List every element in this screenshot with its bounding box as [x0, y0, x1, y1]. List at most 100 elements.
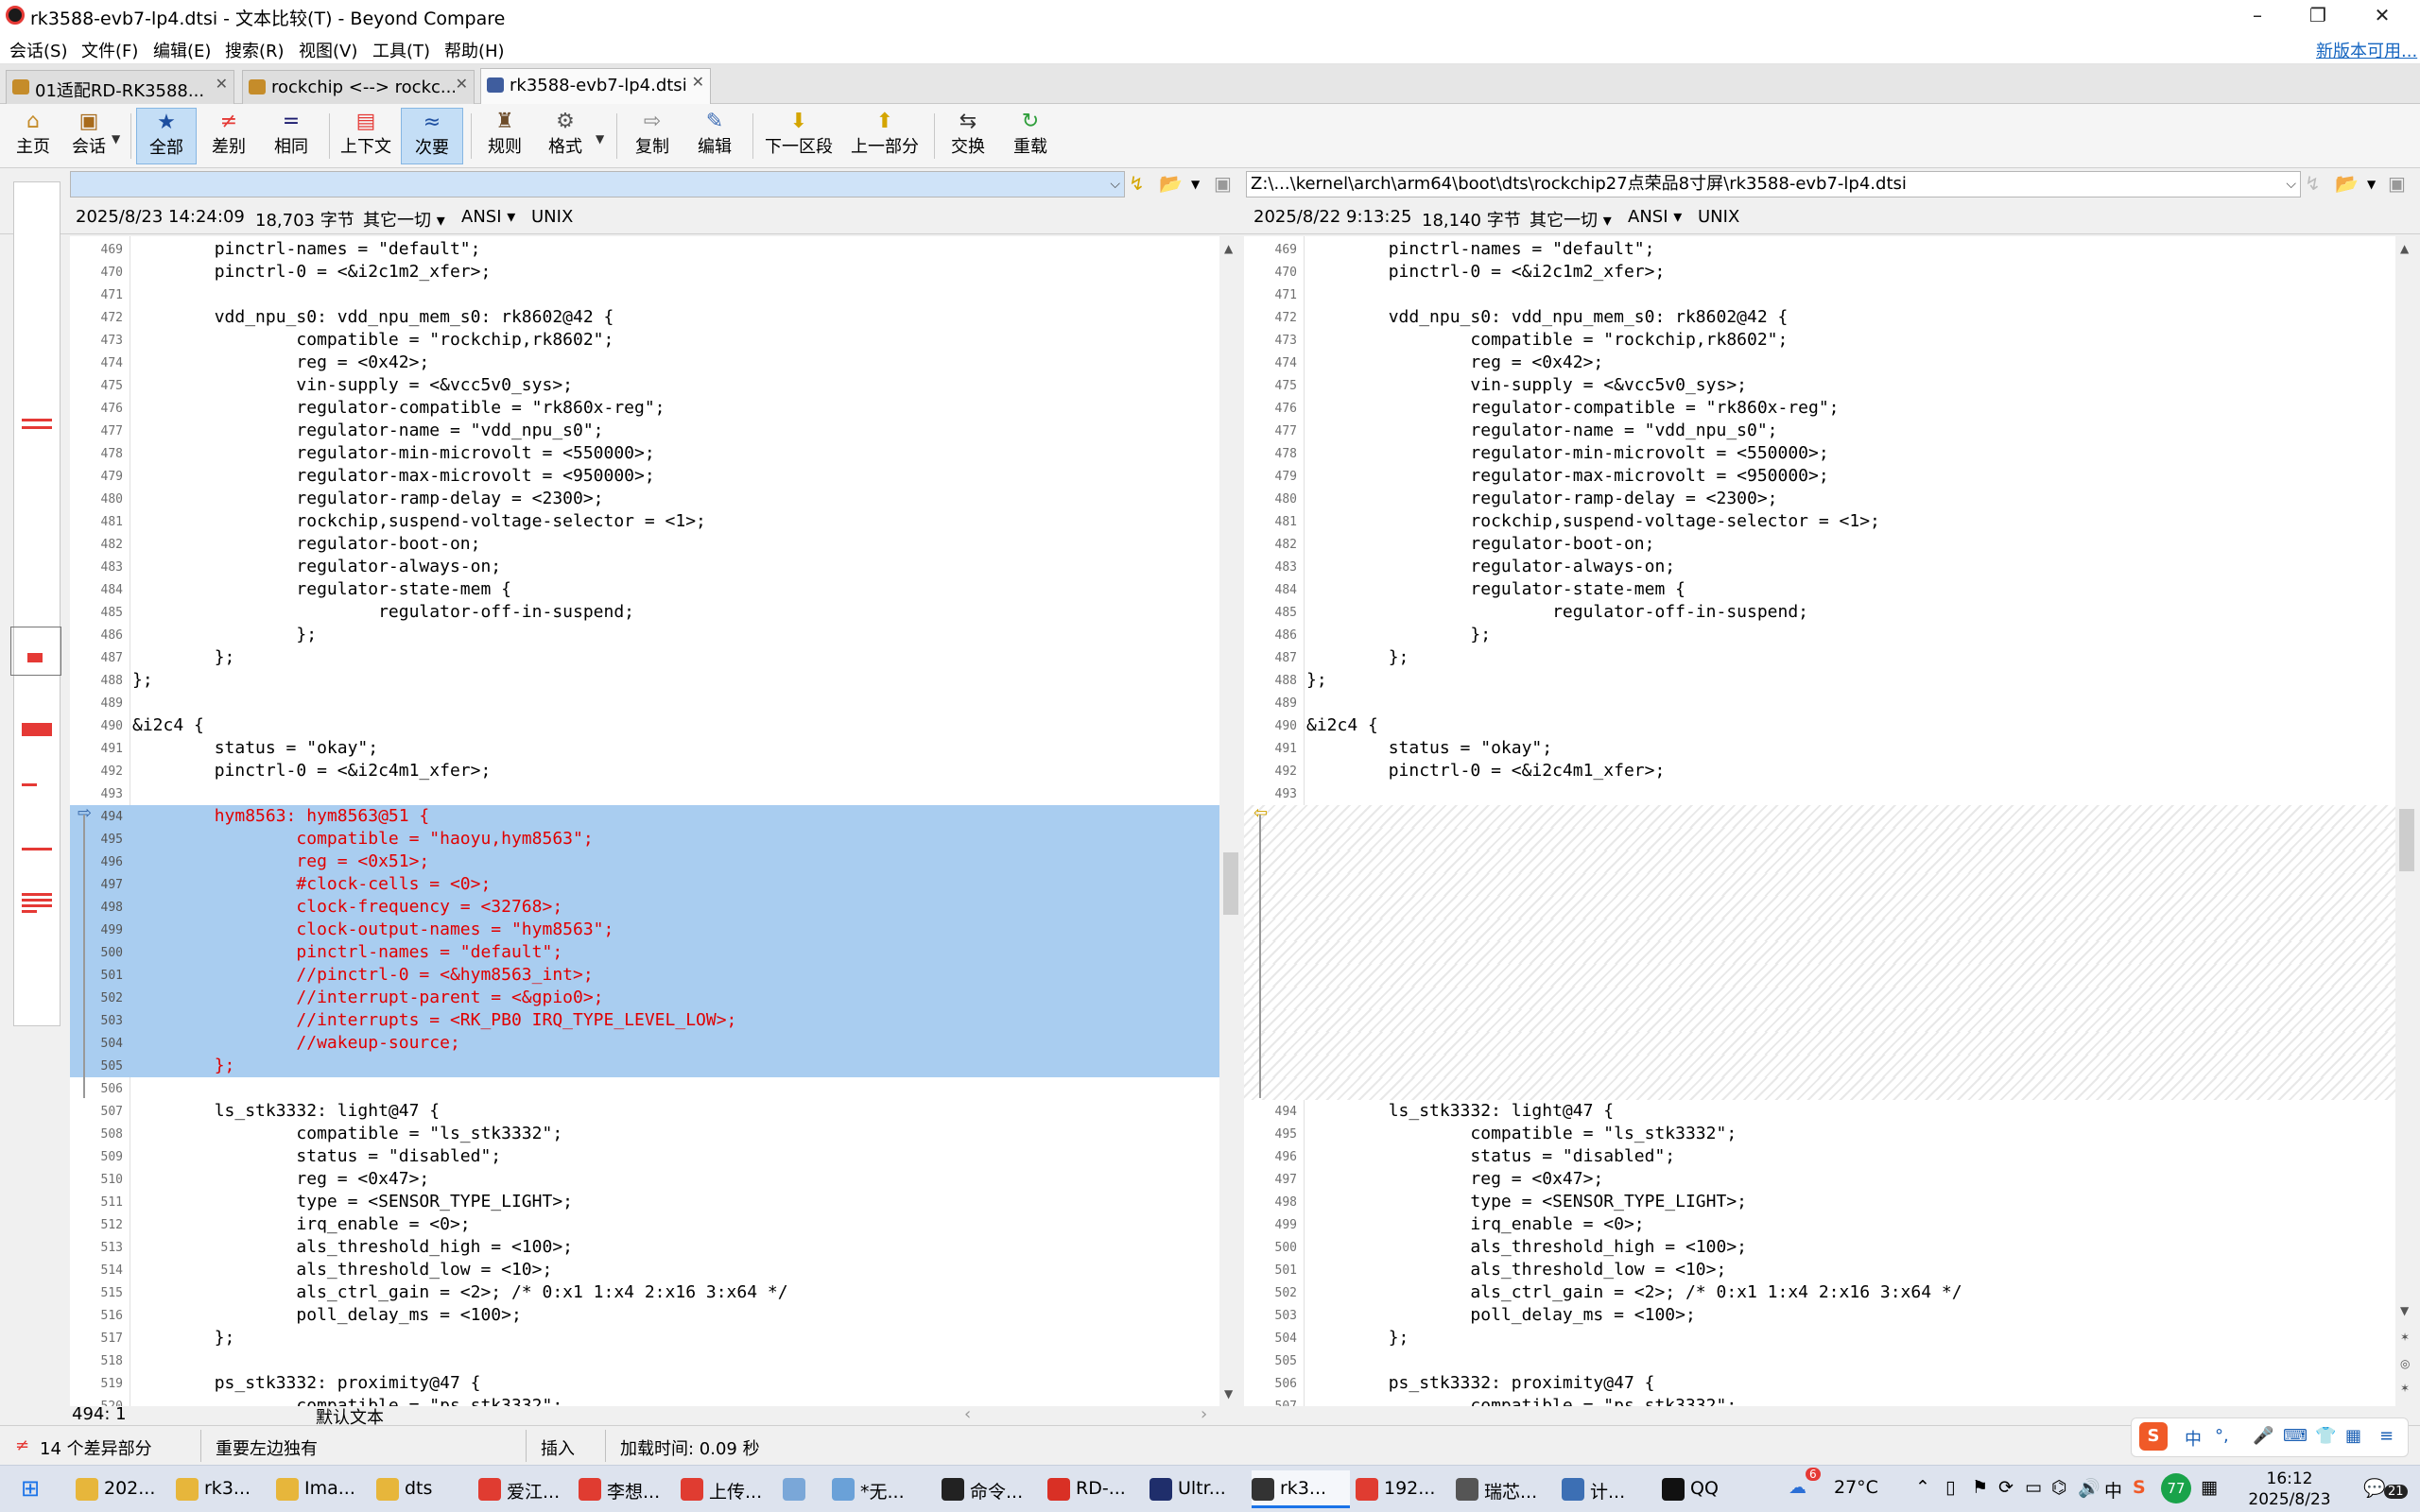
missing-line-placeholder[interactable] — [1244, 1077, 2395, 1100]
security-tray-icon[interactable]: 77 — [2161, 1473, 2191, 1503]
current-diff-icon[interactable]: ◎ — [2400, 1357, 2410, 1370]
code-line[interactable]: 515 als_ctrl_gain = <2>; /* 0:x1 1:x4 2:… — [70, 1281, 1219, 1304]
code-line[interactable]: 506 ps_stk3332: proximity@47 { — [1244, 1372, 2395, 1395]
microphone-icon[interactable]: 🎤 — [2253, 1426, 2273, 1446]
taskbar-app-4[interactable]: 爱江... — [478, 1470, 573, 1508]
code-line[interactable]: 498 clock-frequency = <32768>; — [70, 896, 1219, 919]
prev-diff-icon[interactable]: ✶ — [2400, 1382, 2410, 1395]
code-line[interactable]: 493 — [70, 782, 1219, 805]
code-line[interactable]: 490 &i2c4 { — [70, 714, 1219, 737]
code-line[interactable]: 483 regulator-always-on; — [70, 556, 1219, 578]
scroll-thumb[interactable] — [1223, 852, 1238, 915]
code-line[interactable]: 488}; — [70, 669, 1219, 692]
code-line[interactable]: 504 }; — [1244, 1327, 2395, 1349]
chevron-down-icon[interactable]: ⌵ — [2286, 172, 2296, 197]
reload-button[interactable]: ↻ 重载 — [1004, 108, 1057, 164]
sogou-tray-icon[interactable]: S — [2133, 1477, 2146, 1498]
taskbar-app-14[interactable]: 瑞芯... — [1456, 1470, 1554, 1508]
code-line[interactable]: 489 — [1244, 692, 2395, 714]
taskbar-app-16[interactable]: QQ — [1662, 1470, 1753, 1508]
menu-help[interactable]: 帮助(H) — [444, 38, 505, 62]
show-same-button[interactable]: = 相同 — [265, 108, 318, 164]
left-filter-dropdown[interactable]: 其它一切 ▾ — [363, 207, 445, 232]
code-line[interactable]: 494 hym8563: hym8563@51 { — [70, 805, 1219, 828]
right-history-icon[interactable]: ↯ — [2305, 172, 2321, 195]
code-line[interactable]: 496 reg = <0x51>; — [70, 850, 1219, 873]
taskbar-app-13[interactable]: 192... — [1356, 1470, 1450, 1508]
tray-expand-icon[interactable]: ⌃ — [1915, 1477, 1930, 1498]
code-line[interactable]: 475 vin-supply = <&vcc5v0_sys>; — [70, 374, 1219, 397]
left-save-icon[interactable]: ▣ — [1214, 172, 1232, 195]
ime-toolbar[interactable]: S 中 °, 🎤 ⌨ 👕 ▦ ≡ — [2131, 1418, 2409, 1457]
code-line[interactable]: 498 type = <SENSOR_TYPE_LIGHT>; — [1244, 1191, 2395, 1213]
scroll-down-icon[interactable]: ▼ — [2400, 1304, 2409, 1317]
chevron-down-icon[interactable]: ⌵ — [1110, 172, 1120, 197]
right-save-icon[interactable]: ▣ — [2388, 172, 2406, 195]
tab-rk3588-text-compare[interactable]: rk3588-evb7-lp4.dtsi ✕ — [480, 68, 711, 104]
left-open-folder-icon[interactable]: 📂 — [1159, 172, 1183, 195]
code-line[interactable]: 510 reg = <0x47>; — [70, 1168, 1219, 1191]
code-line[interactable]: 497 reg = <0x47>; — [1244, 1168, 2395, 1191]
code-line[interactable]: 505 }; — [70, 1055, 1219, 1077]
code-line[interactable]: 503 //interrupts = <RK_PB0 IRQ_TYPE_LEVE… — [70, 1009, 1219, 1032]
code-line[interactable]: 475 vin-supply = <&vcc5v0_sys>; — [1244, 374, 2395, 397]
ime-punctuation[interactable]: °, — [2215, 1426, 2229, 1446]
code-line[interactable]: 499 clock-output-names = "hym8563"; — [70, 919, 1219, 941]
code-line[interactable]: 491 status = "okay"; — [1244, 737, 2395, 760]
show-all-button[interactable]: ★ 全部 — [136, 108, 197, 164]
code-line[interactable]: 504 //wakeup-source; — [70, 1032, 1219, 1055]
code-line[interactable]: 473 compatible = "rockchip,rk8602"; — [1244, 329, 2395, 352]
left-encoding-dropdown[interactable]: ANSI ▾ — [461, 207, 515, 227]
skin-icon[interactable]: 👕 — [2315, 1426, 2336, 1446]
windows-start-icon[interactable]: ⊞ — [21, 1475, 40, 1502]
format-dropdown-icon[interactable]: ▼ — [596, 132, 604, 146]
code-line[interactable]: 470 pinctrl-0 = <&i2c1m2_xfer>; — [1244, 261, 2395, 284]
code-line[interactable]: 473 compatible = "rockchip,rk8602"; — [70, 329, 1219, 352]
code-line[interactable]: 478 regulator-min-microvolt = <550000>; — [70, 442, 1219, 465]
code-line[interactable]: 511 type = <SENSOR_TYPE_LIGHT>; — [70, 1191, 1219, 1213]
session-button[interactable]: ▣ 会话 — [62, 108, 115, 164]
flag-icon[interactable]: ⚑ — [1972, 1477, 1988, 1498]
taskbar-app-9[interactable]: 命令... — [942, 1470, 1042, 1508]
code-line[interactable]: 476 regulator-compatible = "rk860x-reg"; — [1244, 397, 2395, 420]
hscroll-left-icon[interactable]: ‹ — [964, 1404, 971, 1424]
left-vertical-scrollbar[interactable]: ▲ ▼ — [1219, 236, 1242, 1406]
code-line[interactable]: 492 pinctrl-0 = <&i2c4m1_xfer>; — [70, 760, 1219, 782]
code-line[interactable]: 480 regulator-ramp-delay = <2300>; — [1244, 488, 2395, 510]
missing-line-placeholder[interactable] — [1244, 805, 2395, 828]
missing-line-placeholder[interactable] — [1244, 1055, 2395, 1077]
format-button[interactable]: ⚙ 格式 — [539, 108, 592, 164]
left-open-dropdown-icon[interactable]: ▼ — [1191, 178, 1200, 191]
code-line[interactable]: 518 — [70, 1349, 1219, 1372]
swap-button[interactable]: ⇆ 交换 — [942, 108, 994, 164]
code-line[interactable]: 496 status = "disabled"; — [1244, 1145, 2395, 1168]
next-diff-icon[interactable]: ✶ — [2400, 1331, 2410, 1344]
code-line[interactable]: 508 compatible = "ls_stk3332"; — [70, 1123, 1219, 1145]
code-line[interactable]: 484 regulator-state-mem { — [1244, 578, 2395, 601]
code-line[interactable]: 487 }; — [1244, 646, 2395, 669]
missing-line-placeholder[interactable] — [1244, 987, 2395, 1009]
session-dropdown-icon[interactable]: ▼ — [112, 132, 120, 146]
code-line[interactable]: 485 regulator-off-in-suspend; — [70, 601, 1219, 624]
menu-view[interactable]: 视图(V) — [299, 38, 357, 62]
code-line[interactable]: 472 vdd_npu_s0: vdd_npu_mem_s0: rk8602@4… — [1244, 306, 2395, 329]
hscroll-right-icon[interactable]: › — [1201, 1404, 1207, 1424]
code-line[interactable]: 479 regulator-max-microvolt = <950000>; — [70, 465, 1219, 488]
missing-line-placeholder[interactable] — [1244, 873, 2395, 896]
display-icon[interactable]: ▭ — [2025, 1477, 2042, 1498]
keyboard-icon[interactable]: ⌨ — [2283, 1426, 2308, 1446]
code-line[interactable]: 519 ps_stk3332: proximity@47 { — [70, 1372, 1219, 1395]
taskbar-app-0[interactable]: 202... — [76, 1470, 170, 1508]
taskbar-app-10[interactable]: RD-... — [1047, 1470, 1142, 1508]
left-history-icon[interactable]: ↯ — [1129, 172, 1145, 195]
code-line[interactable]: 507 compatible = "ps_stk3332"; — [1244, 1395, 2395, 1406]
code-line[interactable]: 484 regulator-state-mem { — [70, 578, 1219, 601]
scroll-up-icon[interactable]: ▲ — [1224, 242, 1233, 255]
taskbar-app-2[interactable]: Ima... — [276, 1470, 371, 1508]
tab-close-icon[interactable]: ✕ — [692, 73, 704, 91]
code-line[interactable]: 499 irq_enable = <0>; — [1244, 1213, 2395, 1236]
prev-part-button[interactable]: ⬆ 上一部分 — [847, 108, 923, 164]
code-line[interactable]: 476 regulator-compatible = "rk860x-reg"; — [70, 397, 1219, 420]
code-line[interactable]: 469 pinctrl-names = "default"; — [1244, 238, 2395, 261]
toolbox-icon[interactable]: ▦ — [2345, 1426, 2361, 1446]
